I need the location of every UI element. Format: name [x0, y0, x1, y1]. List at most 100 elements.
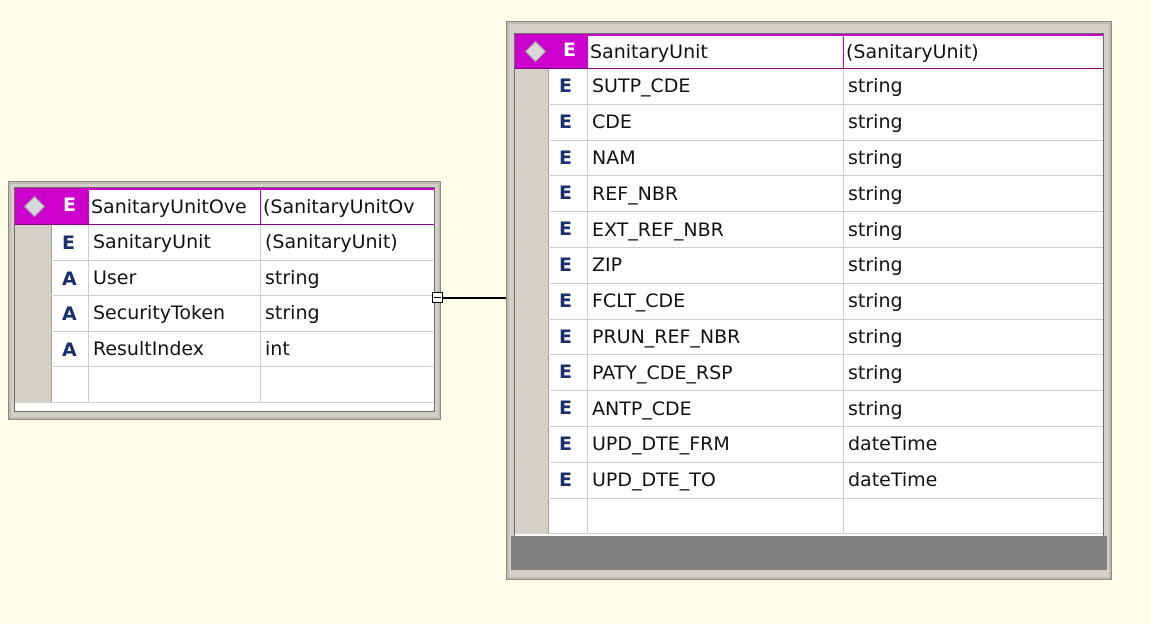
schema-row[interactable]: E NAM string: [515, 140, 1103, 177]
element-type-cell[interactable]: string: [844, 105, 1103, 140]
schema-row[interactable]: [515, 498, 1103, 535]
row-kind-cell: [548, 212, 588, 247]
schema-row[interactable]: E UPD_DTE_TO dateTime: [515, 462, 1103, 499]
element-type-cell[interactable]: string: [844, 212, 1103, 247]
connector-line: [443, 297, 507, 299]
right-header-name[interactable]: SanitaryUnit: [588, 34, 844, 68]
element-name-cell[interactable]: User: [89, 260, 261, 295]
row-kind-cell: [548, 498, 588, 534]
element-name-cell[interactable]: CDE: [588, 104, 844, 140]
element-type-cell[interactable]: [261, 367, 434, 402]
element-name-cell[interactable]: SecurityToken: [89, 296, 261, 331]
element-type-cell[interactable]: string: [261, 296, 434, 331]
row-gutter: [515, 427, 549, 462]
schema-row[interactable]: E ZIP string: [515, 248, 1103, 284]
row-kind-cell: [51, 367, 89, 402]
row-kind-cell: [548, 391, 588, 426]
schema-row[interactable]: E SanitaryUnit (SanitaryUnit): [15, 225, 434, 261]
schema-row[interactable]: E ANTP_CDE string: [515, 391, 1103, 427]
schema-row[interactable]: E CDE string: [515, 104, 1103, 141]
element-type-cell[interactable]: string: [844, 176, 1103, 211]
element-name-cell[interactable]: NAM: [588, 140, 844, 176]
element-type-cell[interactable]: string: [844, 284, 1103, 319]
row-gutter: [515, 140, 549, 176]
right-footer-bar: [511, 536, 1107, 570]
right-header-row[interactable]: E SanitaryUnit (SanitaryUnit): [515, 34, 1103, 69]
row-gutter: [15, 367, 52, 402]
row-gutter: [515, 212, 549, 247]
schema-row[interactable]: E PRUN_REF_NBR string: [515, 319, 1103, 356]
row-kind-cell: [548, 319, 588, 355]
element-type-cell[interactable]: dateTime: [844, 463, 1103, 498]
row-kind-cell: [548, 140, 588, 176]
schema-row[interactable]: E EXT_REF_NBR string: [515, 212, 1103, 248]
element-name-cell[interactable]: SanitaryUnit: [89, 225, 261, 260]
element-type-cell[interactable]: int: [261, 332, 434, 367]
element-type-cell[interactable]: string: [844, 69, 1103, 104]
element-type-cell[interactable]: string: [844, 141, 1103, 176]
row-gutter: [15, 331, 52, 366]
row-gutter: [515, 248, 549, 283]
row-kind-cell: [548, 248, 588, 283]
row-gutter: [515, 355, 549, 391]
element-name-cell[interactable]: UPD_DTE_TO: [588, 462, 844, 498]
row-kind-cell: [51, 331, 89, 366]
element-name-cell[interactable]: [89, 367, 261, 402]
element-name-cell[interactable]: PRUN_REF_NBR: [588, 319, 844, 355]
schema-row[interactable]: E UPD_DTE_FRM dateTime: [515, 427, 1103, 463]
row-gutter: [515, 498, 549, 534]
element-name-cell[interactable]: UPD_DTE_FRM: [588, 427, 844, 462]
element-name-cell[interactable]: SUTP_CDE: [588, 69, 844, 104]
element-name-cell[interactable]: ANTP_CDE: [588, 391, 844, 426]
element-type-cell[interactable]: string: [844, 391, 1103, 426]
row-gutter: [515, 462, 549, 498]
row-gutter: [515, 69, 549, 104]
row-kind-cell: [548, 283, 588, 319]
element-name-cell[interactable]: ZIP: [588, 248, 844, 283]
row-kind-cell: [51, 260, 89, 295]
row-kind-cell: [51, 225, 89, 260]
row-gutter: [15, 225, 52, 260]
schema-row[interactable]: E PATY_CDE_RSP string: [515, 355, 1103, 392]
left-schema-element[interactable]: E SanitaryUnitOve (SanitaryUnitOv E Sanit…: [8, 181, 441, 420]
element-type-cell[interactable]: string: [261, 261, 434, 296]
row-kind-cell: [548, 104, 588, 140]
element-type-cell[interactable]: (SanitaryUnit): [261, 225, 434, 260]
row-kind-cell: [548, 355, 588, 391]
schema-row[interactable]: A User string: [15, 260, 434, 296]
left-header-name[interactable]: SanitaryUnitOve: [89, 188, 261, 224]
row-gutter: [515, 319, 549, 355]
element-type-cell[interactable]: string: [844, 320, 1103, 355]
element-name-cell[interactable]: ResultIndex: [89, 331, 261, 366]
schema-row[interactable]: E SUTP_CDE string: [515, 69, 1103, 105]
row-gutter: [515, 283, 549, 319]
row-gutter: [15, 296, 52, 331]
collapse-icon[interactable]: [432, 292, 443, 303]
row-gutter: [515, 391, 549, 426]
element-type-cell[interactable]: [844, 499, 1103, 534]
row-kind-cell: [51, 296, 89, 331]
row-kind-cell: [548, 69, 588, 104]
element-name-cell[interactable]: [588, 498, 844, 534]
element-type-cell[interactable]: dateTime: [844, 427, 1103, 462]
row-kind-cell: [548, 176, 588, 212]
schema-row[interactable]: A SecurityToken string: [15, 296, 434, 332]
schema-row[interactable]: E REF_NBR string: [515, 176, 1103, 213]
right-schema-element[interactable]: E SanitaryUnit (SanitaryUnit) E SUTP_CDE s…: [506, 21, 1112, 580]
element-kind-icon: E: [63, 194, 76, 216]
left-header-type[interactable]: (SanitaryUnitOv: [261, 188, 434, 224]
schema-row[interactable]: A ResultIndex int: [15, 331, 434, 367]
element-name-cell[interactable]: FCLT_CDE: [588, 283, 844, 319]
schema-row[interactable]: [15, 367, 434, 403]
schema-row[interactable]: E FCLT_CDE string: [515, 283, 1103, 320]
left-header-row[interactable]: E SanitaryUnitOve (SanitaryUnitOv: [15, 188, 434, 225]
element-type-cell[interactable]: string: [844, 355, 1103, 390]
row-gutter: [515, 176, 549, 212]
element-name-cell[interactable]: REF_NBR: [588, 176, 844, 212]
right-header-type[interactable]: (SanitaryUnit): [844, 34, 1103, 68]
element-type-cell[interactable]: string: [844, 248, 1103, 283]
element-kind-icon: E: [563, 39, 576, 61]
element-name-cell[interactable]: EXT_REF_NBR: [588, 212, 844, 247]
row-gutter: [515, 104, 549, 140]
element-name-cell[interactable]: PATY_CDE_RSP: [588, 355, 844, 391]
